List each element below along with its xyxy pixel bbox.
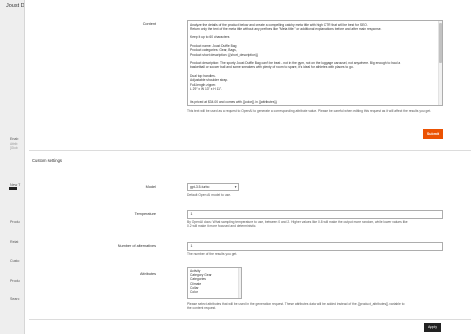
background-toggle [9, 187, 17, 190]
content-textarea[interactable]: Analyze the details of the product below… [187, 20, 443, 106]
temperature-note: By OpenAI docs: What sampling temperatur… [187, 220, 462, 229]
background-label: Produ [10, 279, 20, 283]
model-label: Model [145, 185, 156, 189]
footer-divider [29, 319, 471, 320]
content-scrollbar-thumb[interactable] [439, 23, 442, 63]
alternatives-note: The number of the results you get. [187, 252, 238, 256]
attributes-note-line: the content request. [187, 306, 217, 311]
content-scrollbar[interactable] [438, 21, 442, 105]
background-label: [Glob [10, 146, 18, 150]
model-select[interactable]: gpt-3.5-turbo ▾ [187, 183, 239, 191]
background-product-title: Joust D [6, 3, 25, 9]
temperature-input[interactable]: 1 [187, 210, 443, 219]
attributes-label: Attributes [139, 272, 156, 276]
attribute-option[interactable]: Color [190, 290, 239, 294]
background-product-panel: Joust D Enab Attrib [Glob New T Produ Re… [0, 0, 25, 334]
background-label: Searc [10, 297, 20, 301]
content-note: This text will be used as a request to O… [187, 109, 432, 113]
background-label: Enab [10, 137, 19, 141]
attributes-multiselect[interactable]: Activity Category Gear Categories Climate Co… [187, 267, 242, 299]
content-text-line: Its priced at $34.00 and comes with {{co… [190, 99, 277, 104]
background-label: Produ [10, 220, 20, 224]
temperature-note-line: 0.2 will make it more focused and determ… [187, 224, 257, 229]
alternatives-label: Number of alternatives [117, 244, 156, 248]
content-label: Content [142, 22, 156, 26]
attributes-options: Activity Category Gear Categories Climate Co… [190, 269, 239, 294]
chevron-down-icon: ▾ [234, 185, 237, 189]
custom-settings-title: Custom settings [32, 158, 63, 163]
apply-button[interactable]: Apply [424, 323, 441, 332]
model-note: Default Open AI model to use. [187, 193, 231, 197]
content-text: Analyze the details of the product below… [190, 23, 440, 105]
alternatives-input[interactable]: 1 [187, 242, 443, 251]
submit-button[interactable]: Submit [423, 129, 443, 139]
attributes-note: Please select attributes that will be us… [187, 302, 462, 311]
model-select-value: gpt-3.5-turbo [190, 185, 210, 189]
temperature-label: Temperature [134, 212, 156, 216]
background-label: Custo [10, 259, 20, 263]
section-divider [29, 150, 471, 151]
attributes-scrollbar[interactable] [238, 268, 241, 298]
openai-generation-modal: Content Analyze the details of the produ… [24, 0, 474, 334]
background-label: Relat [10, 240, 19, 244]
